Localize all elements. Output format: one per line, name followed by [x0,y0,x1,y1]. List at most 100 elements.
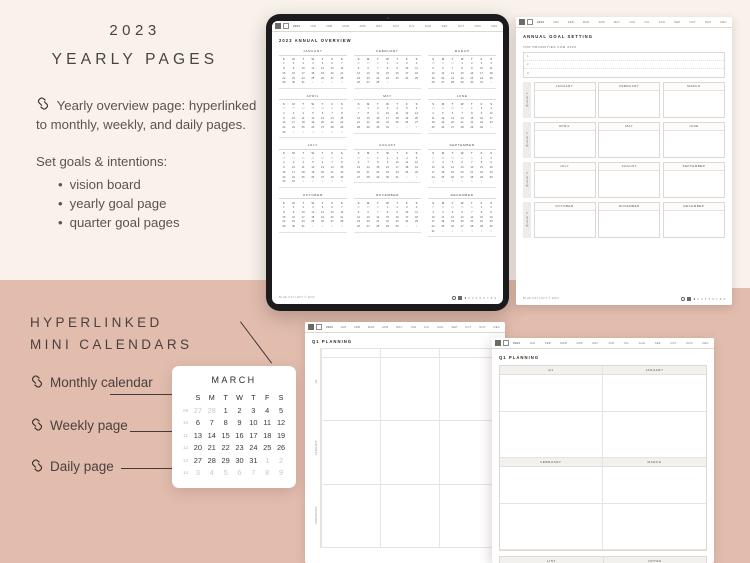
day-cell[interactable]: 10 [246,418,260,428]
day-cell[interactable]: 4 [260,406,274,416]
day-cell[interactable]: 27 [354,176,364,180]
mini-month[interactable]: JULY S M T W T F S 26 27 28 29 30 31 1 2 3 4 5 6 7 8 9 10 11 12 13… [279,143,347,188]
day-cell[interactable]: 7 [327,112,337,116]
day-cell[interactable]: 23 [486,171,496,175]
tab-apr[interactable]: APR [599,21,605,24]
day-cell[interactable]: 4 [412,62,422,66]
day-cell[interactable]: 22 [279,77,289,81]
quarter-month-box[interactable]: DECEMBER [662,201,725,238]
mini-month[interactable]: SEPTEMBER S M T W T F S 27 28 29 30 31 1 2 3 4 5 6 7 8 9 10 11 1… [428,143,496,188]
bookmark-icon[interactable] [503,340,509,346]
day-cell[interactable]: 5 [308,161,318,165]
day-cell[interactable]: 12 [308,166,318,170]
day-cell[interactable]: 18 [486,72,496,76]
day-cell[interactable]: 10 [402,211,412,215]
day-cell[interactable]: 8 [383,67,393,71]
day-cell[interactable]: 29 [477,225,487,229]
tab-apr[interactable]: APR [382,326,388,329]
quadrant-cell-blank[interactable] [603,504,706,550]
day-cell[interactable]: 7 [448,67,458,71]
day-cell[interactable]: 5 [318,62,328,66]
quarter-month-box[interactable]: JULY [533,161,596,198]
day-cell[interactable]: 23 [392,77,402,81]
day-cell[interactable]: 31 [289,180,299,184]
day-cell[interactable]: 12 [448,166,458,170]
day-cell[interactable]: 23 [467,77,477,81]
day-cell[interactable]: 28 [337,77,347,81]
tab-jul[interactable]: JUL [624,342,630,345]
grid-cell[interactable] [321,484,380,548]
tab-dec[interactable]: DEC [702,342,708,345]
day-cell[interactable]: 22 [337,171,347,175]
day-cell[interactable]: 2 [392,206,402,210]
tab-apr[interactable]: APR [577,342,583,345]
bookmark-icon[interactable] [283,23,289,29]
tab-may[interactable]: MAY [396,326,402,329]
day-cell[interactable]: 20 [354,171,364,175]
grid-cell[interactable] [321,348,380,358]
day-cell[interactable]: 18 [298,171,308,175]
day-cell[interactable]: 21 [467,220,477,224]
tab-jul[interactable]: JUL [424,326,430,329]
quadrant-cell[interactable]: Q1 [500,366,603,412]
day-cell[interactable]: 22 [219,443,233,453]
day-cell-out[interactable]: 8 [260,468,274,478]
day-cell[interactable]: 29 [373,176,383,180]
tab-jan[interactable]: JAN [341,326,347,329]
day-cell[interactable]: 24 [298,220,308,224]
day-cell[interactable]: 31 [392,176,402,180]
day-cell[interactable]: 12 [354,72,364,76]
day-cell-out[interactable]: 3 [191,468,205,478]
day-cell[interactable]: 16 [392,72,402,76]
priority-row[interactable]: 1. [524,53,724,61]
quarter-month-box[interactable]: AUGUST [598,161,661,198]
day-cell[interactable]: 14 [448,72,458,76]
day-cell-out[interactable]: 6 [233,468,247,478]
tab-sep[interactable]: SEP [451,326,457,329]
day-cell-out[interactable]: 1 [260,456,274,466]
day-cell[interactable]: 18 [428,121,438,125]
quadrant-cell[interactable]: MARCH [603,458,706,504]
grid-cell[interactable] [321,421,380,485]
day-cell[interactable]: 5 [274,406,288,416]
day-cell[interactable]: 6 [318,112,328,116]
day-cell[interactable]: 3 [428,161,438,165]
day-cell[interactable]: 18 [412,72,422,76]
day-cell[interactable]: 20 [318,171,328,175]
tab-dec[interactable]: DEC [720,21,726,24]
planner-tabbar[interactable]: 2023 JAN FEB MAR APR MAY JUN JUL AUG SEP OCT NOV DEC [272,21,503,32]
day-cell[interactable]: 24 [402,77,412,81]
day-cell[interactable]: 31 [298,81,308,85]
day-cell[interactable]: 27 [457,225,467,229]
day-cell-out[interactable]: 4 [205,468,219,478]
day-cell[interactable]: 4 [412,206,422,210]
tab-jan[interactable]: JAN [529,342,535,345]
day-cell[interactable]: 24 [246,443,260,453]
bookmark-icon[interactable] [316,324,322,330]
day-cell[interactable]: 10 [298,67,308,71]
day-cell[interactable]: 27 [191,456,205,466]
day-cell[interactable]: 3 [428,211,438,215]
day-cell[interactable]: 24 [428,225,438,229]
day-cell[interactable]: 8 [467,112,477,116]
day-cell[interactable]: 23 [289,220,299,224]
week-number[interactable]: 09 [180,406,191,416]
tab-feb[interactable]: FEB [326,25,332,28]
day-cell[interactable]: 26 [274,443,288,453]
day-cell[interactable]: 21 [363,171,373,175]
day-cell[interactable]: 19 [428,77,438,81]
page-number-1[interactable]: 1 [464,296,466,300]
day-cell[interactable]: 26 [448,176,458,180]
week-number[interactable]: 13 [180,456,191,466]
day-cell[interactable]: 26 [428,81,438,85]
day-cell[interactable]: 27 [412,121,422,125]
day-cell[interactable]: 2 [486,206,496,210]
day-cell[interactable]: 15 [337,166,347,170]
day-cell[interactable]: 8 [373,161,383,165]
page-number-7[interactable]: 7 [487,296,489,300]
day-cell[interactable]: 31 [298,225,308,229]
day-cell[interactable]: 17 [428,220,438,224]
day-cell[interactable]: 27 [318,176,328,180]
day-cell[interactable]: 9 [289,211,299,215]
day-cell[interactable]: 8 [457,67,467,71]
